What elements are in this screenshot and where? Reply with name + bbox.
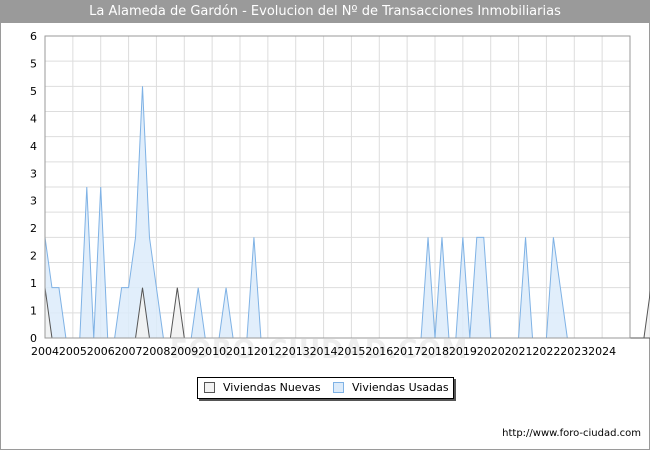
legend-item-nuevas: Viviendas Nuevas (204, 378, 321, 398)
y-tick-label: 0 (30, 332, 37, 345)
x-tick-label: 2005 (59, 345, 87, 358)
x-tick-label: 2009 (170, 345, 198, 358)
source-link[interactable]: http://www.foro-ciudad.com (502, 428, 641, 439)
x-tick-label: 2016 (365, 345, 393, 358)
legend-item-usadas: Viviendas Usadas (333, 378, 449, 398)
x-tick-label: 2022 (532, 345, 560, 358)
y-tick-label: 2 (30, 222, 37, 235)
y-tick-label: 4 (30, 112, 37, 125)
x-tick-label: 2021 (505, 345, 533, 358)
y-tick-label: 1 (30, 277, 37, 290)
y-tick-label: 3 (30, 195, 37, 208)
legend-label-nuevas: Viviendas Nuevas (223, 381, 321, 394)
x-axis-ticks: 2004 2005 2006 2007 2008 2009 2010 2011 2012 2013… (31, 345, 616, 358)
x-tick-label: 2017 (393, 345, 421, 358)
x-tick-label: 2004 (31, 345, 59, 358)
x-tick-label: 2008 (142, 345, 170, 358)
legend-label-usadas: Viviendas Usadas (352, 381, 449, 394)
legend: Viviendas Nuevas Viviendas Usadas (197, 377, 454, 399)
x-tick-label: 2015 (337, 345, 365, 358)
y-tick-label: 1 (30, 305, 37, 318)
x-tick-label: 2011 (226, 345, 254, 358)
x-tick-label: 2010 (198, 345, 226, 358)
y-tick-label: 5 (30, 57, 37, 70)
y-tick-label: 4 (30, 140, 37, 153)
x-tick-label: 2006 (87, 345, 115, 358)
x-tick-label: 2014 (310, 345, 338, 358)
x-tick-label: 2020 (477, 345, 505, 358)
x-tick-label: 2018 (421, 345, 449, 358)
y-tick-label: 6 (30, 30, 37, 43)
x-tick-label: 2024 (588, 345, 616, 358)
y-axis-ticks: 0 1 1 2 2 3 3 4 4 5 5 6 (30, 30, 37, 345)
x-tick-label: 2012 (254, 345, 282, 358)
x-tick-label: 2019 (449, 345, 477, 358)
x-tick-label: 2023 (560, 345, 588, 358)
y-tick-label: 2 (30, 250, 37, 263)
x-tick-label: 2007 (115, 345, 143, 358)
y-tick-label: 5 (30, 85, 37, 98)
legend-swatch-nuevas (204, 381, 215, 393)
legend-swatch-usadas (333, 381, 344, 393)
y-tick-label: 3 (30, 167, 37, 180)
x-tick-label: 2013 (282, 345, 310, 358)
